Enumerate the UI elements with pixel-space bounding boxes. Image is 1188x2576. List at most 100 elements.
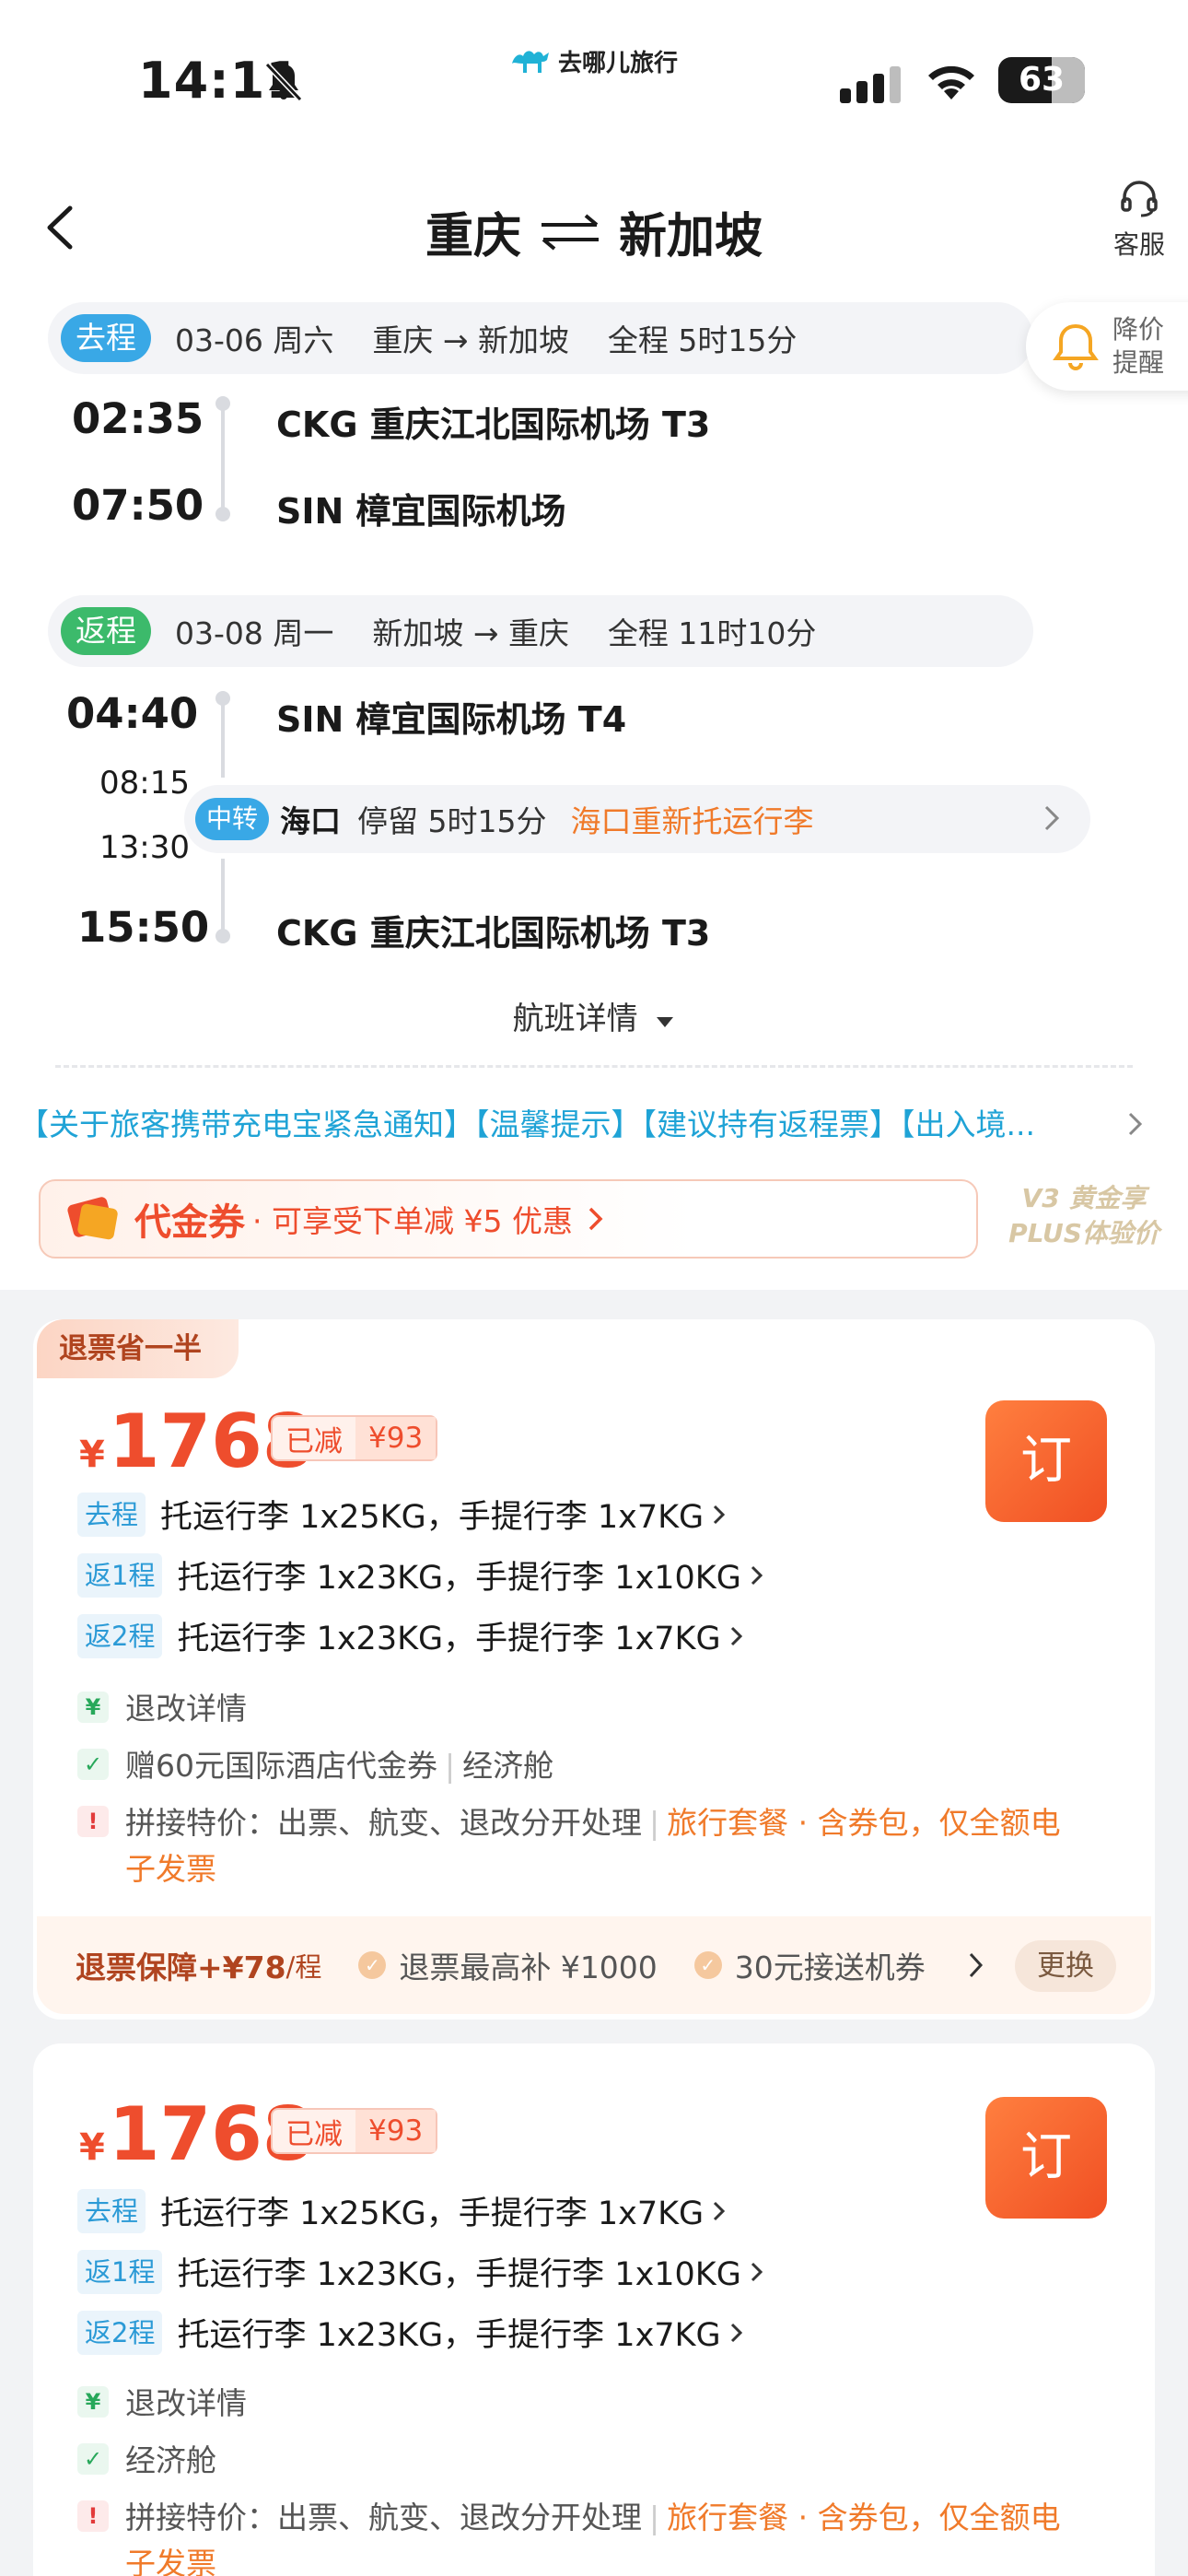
alert-icon: ! [77, 1806, 109, 1837]
offer-card[interactable]: 退票省一半 ¥ 1768 已减 ¥93 订 去程 托运行李 1x25KG，手提行… [33, 1319, 1155, 2020]
wifi-icon [928, 65, 974, 100]
baggage-text: 托运行李 1x23KG，手提行李 1x7KG [177, 2317, 721, 2354]
notice-banner[interactable]: 【关于旅客携带充电宝紧急通知】【温馨提示】【建议持有返程票】【出入境... [18, 1100, 1114, 1144]
cellular-signal-icon [840, 66, 901, 103]
offer-card[interactable]: ¥ 1768 已减 ¥93 订 去程 托运行李 1x25KG，手提行李 1x7K… [33, 2043, 1155, 2576]
inbound-dep-time: 04:40 [66, 689, 199, 738]
price-alert-button[interactable]: 降价提醒 [1026, 302, 1188, 391]
baggage-row[interactable]: 去程 托运行李 1x25KG，手提行李 1x7KG [77, 2187, 728, 2234]
timeline-line [221, 409, 225, 512]
voucher-title: 代金券 [134, 1201, 245, 1244]
check-circle-icon: ✓ [693, 1951, 722, 1979]
cabin-label: 经济舱 [125, 2442, 216, 2478]
guarantee-item: ✓ 退票最高补 ¥1000 [358, 1943, 658, 1987]
page-title: 重庆 新加坡 [276, 197, 912, 266]
chevron-right-icon [730, 1626, 742, 1645]
transfer-city: 海口 [280, 803, 342, 839]
baggage-tag: 返2程 [77, 2310, 163, 2355]
yen-icon: ¥ [77, 2386, 109, 2418]
baggage-row[interactable]: 返2程 托运行李 1x23KG，手提行李 1x7KG [77, 2309, 745, 2356]
voucher-subtitle: · 可享受下单减 ¥5 优惠 [252, 1203, 573, 1239]
back-button[interactable] [37, 195, 83, 260]
inbound-summary: 03-08 周一 新加坡 → 重庆 全程 11时10分 [175, 615, 817, 651]
coupon-icon [67, 1197, 118, 1240]
caret-down-icon [657, 1017, 674, 1027]
brand-logo: 去哪儿旅行 [508, 42, 678, 79]
transfer-info-bar[interactable]: 中转 海口 停留 5时15分 海口重新托运行李 [184, 785, 1090, 853]
brand-name: 去哪儿旅行 [558, 49, 679, 77]
inbound-arr-airport: CKG 重庆江北国际机场 T3 [276, 913, 711, 954]
plus-member-badge: V3 黄金享 PLUS体验价 [987, 1181, 1181, 1251]
inbound-arr-time: 15:50 [77, 903, 210, 952]
outbound-summary: 03-06 周六 重庆 → 新加坡 全程 5时15分 [175, 322, 798, 358]
baggage-text: 托运行李 1x23KG，手提行李 1x7KG [177, 1621, 721, 1657]
gift-text: 赠60元国际酒店代金券 | 经济舱 [125, 1748, 554, 1784]
check-icon: ✓ [77, 1749, 109, 1780]
plus-line1: V3 黄金享 [1021, 1183, 1147, 1213]
special-note-row: ! 拼接特价：出票、航变、退改分开处理 | 旅行套餐 · 含券包，仅全额电子发票 [77, 1800, 1072, 1892]
baggage-tag: 去程 [77, 1492, 146, 1537]
bell-icon [1053, 323, 1099, 370]
check-circle-icon: ✓ [358, 1951, 387, 1979]
outbound-arr-time: 07:50 [72, 481, 204, 530]
transfer-departure-time: 13:30 [99, 829, 190, 866]
special-note-row: ! 拼接特价：出票、航变、退改分开处理 | 旅行套餐 · 含券包，仅全额电子发票 [77, 2495, 1072, 2576]
chevron-right-icon[interactable] [967, 1950, 985, 1981]
outbound-summary-bar: 去程 03-06 周六 重庆 → 新加坡 全程 5时15分 [48, 302, 1033, 374]
baggage-tag: 返2程 [77, 1613, 163, 1658]
chevron-right-icon [751, 1565, 763, 1585]
yen-icon: ¥ [77, 1692, 109, 1723]
special-note-text: 拼接特价：出票、航变、退改分开处理 | 旅行套餐 · 含券包，仅全额电子发票 [125, 2495, 1065, 2576]
title-from: 重庆 [425, 209, 521, 264]
guarantee-item-text: 30元接送机券 [734, 1950, 926, 1985]
baggage-tag: 去程 [77, 2188, 146, 2233]
chevron-right-icon[interactable] [1125, 1109, 1146, 1139]
guarantee-item: ✓ 30元接送机券 [693, 1943, 971, 1987]
discount-amount: ¥93 [355, 2110, 437, 2152]
book-button[interactable]: 订 [985, 2097, 1107, 2219]
baggage-text: 托运行李 1x25KG，手提行李 1x7KG [160, 1499, 705, 1536]
inbound-dep-airport: SIN 樟宜国际机场 T4 [276, 699, 627, 740]
customer-service-button[interactable]: 客服 [1098, 181, 1181, 263]
book-button[interactable]: 订 [985, 1400, 1107, 1522]
discount-badge[interactable]: 已减 ¥93 [271, 1415, 438, 1461]
special-note-text: 拼接特价：出票、航变、退改分开处理 | 旅行套餐 · 含券包，仅全额电子发票 [125, 1805, 1061, 1887]
refund-info-row[interactable]: ¥ 退改详情 [77, 1686, 247, 1732]
offer-badge: 退票省一半 [37, 1319, 239, 1378]
flight-detail-toggle[interactable]: 航班详情 [0, 993, 1188, 1038]
guarantee-unit: /程 [285, 1951, 322, 1983]
price-currency: ¥ [79, 2126, 105, 2169]
price-alert-label: 降价提醒 [1112, 314, 1165, 378]
baggage-tag: 返1程 [77, 2249, 163, 2294]
guarantee-item-text: 退票最高补 ¥1000 [399, 1950, 658, 1985]
inbound-tag: 返程 [61, 607, 151, 655]
check-icon: ✓ [77, 2443, 109, 2475]
outbound-arr-airport: SIN 樟宜国际机场 [276, 491, 566, 532]
gift-row: ✓ 赠60元国际酒店代金券 | 经济舱 [77, 1743, 553, 1789]
inbound-summary-bar: 返程 03-08 周一 新加坡 → 重庆 全程 11时10分 [48, 595, 1033, 667]
baggage-text: 托运行李 1x23KG，手提行李 1x10KG [177, 2256, 741, 2293]
cabin-label: 经济舱 [462, 1748, 554, 1784]
refund-info-row[interactable]: ¥ 退改详情 [77, 2381, 247, 2427]
discount-label: 已减 [285, 2117, 343, 2151]
transfer-tag: 中转 [195, 798, 270, 840]
chevron-right-icon [1044, 805, 1060, 831]
guarantee-title: 退票保障+¥78 [76, 1950, 286, 1985]
battery-indicator: 63 [998, 57, 1085, 103]
discount-badge[interactable]: 已减 ¥93 [271, 2108, 438, 2154]
baggage-row[interactable]: 返1程 托运行李 1x23KG，手提行李 1x10KG [77, 1551, 765, 1598]
chevron-right-icon [751, 2262, 763, 2281]
transfer-note: 海口重新托运行李 [570, 803, 814, 839]
battery-percent: 63 [1018, 61, 1066, 99]
baggage-row[interactable]: 返1程 托运行李 1x23KG，手提行李 1x10KG [77, 2248, 765, 2295]
baggage-text: 托运行李 1x23KG，手提行李 1x10KG [177, 1560, 741, 1597]
timeline-dot [215, 507, 230, 521]
refund-guarantee-bar[interactable]: 退票保障+¥78 /程 ✓ 退票最高补 ¥1000 ✓ 30元接送机券 更换 [37, 1916, 1151, 2014]
baggage-row[interactable]: 去程 托运行李 1x25KG，手提行李 1x7KG [77, 1491, 728, 1538]
change-guarantee-button[interactable]: 更换 [1015, 1940, 1116, 1992]
baggage-row[interactable]: 返2程 托运行李 1x23KG，手提行李 1x7KG [77, 1612, 745, 1659]
voucher-banner[interactable]: 代金券 · 可享受下单减 ¥5 优惠 [39, 1179, 978, 1259]
timeline-line [221, 704, 225, 778]
customer-service-label: 客服 [1112, 229, 1165, 260]
round-trip-arrows-icon [542, 213, 599, 251]
